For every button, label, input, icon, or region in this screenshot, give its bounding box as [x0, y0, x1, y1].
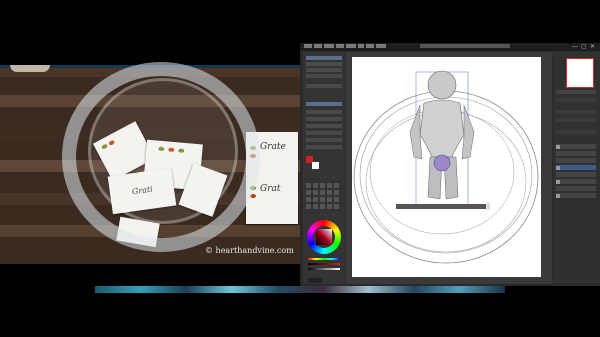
- property-row[interactable]: [306, 84, 342, 88]
- value-slider[interactable]: [308, 268, 340, 270]
- layer-property-row[interactable]: [556, 110, 596, 114]
- layer-item[interactable]: [556, 179, 596, 184]
- layer-toolbar[interactable]: [556, 130, 596, 134]
- jar-rim: [88, 78, 238, 224]
- menu-view[interactable]: [358, 44, 364, 48]
- property-row[interactable]: [306, 138, 342, 142]
- video-thumbnail-strip: [95, 286, 505, 293]
- color-saturation-square[interactable]: [316, 229, 332, 245]
- note-text-1: Grate: [260, 142, 286, 152]
- layer-blend-mode[interactable]: [556, 118, 596, 122]
- subtool-row[interactable]: [306, 62, 342, 66]
- menu-layer[interactable]: [336, 44, 344, 48]
- window-controls: — ▢ ✕: [570, 43, 600, 51]
- layer-item[interactable]: [556, 193, 596, 198]
- menu-animation[interactable]: [324, 44, 334, 48]
- photo-watermark: © hearthandvine.com: [205, 246, 294, 255]
- menu-edit[interactable]: [314, 44, 322, 48]
- canvas-control-bar[interactable]: [396, 204, 486, 209]
- maximize-icon[interactable]: ▢: [581, 43, 587, 50]
- layer-visibility-icon[interactable]: [556, 145, 560, 149]
- property-row[interactable]: [306, 117, 342, 121]
- drawing-canvas[interactable]: [352, 57, 541, 277]
- layer-item[interactable]: [556, 144, 596, 149]
- menu-window[interactable]: [376, 44, 386, 48]
- navigator-preview[interactable]: [566, 58, 594, 88]
- layer-item[interactable]: [556, 186, 596, 191]
- menu-select[interactable]: [346, 44, 356, 48]
- hue-slider[interactable]: [308, 258, 340, 260]
- subtool-row-selected[interactable]: [306, 56, 342, 60]
- subtool-row[interactable]: [306, 68, 342, 72]
- layer-item[interactable]: [556, 172, 596, 177]
- brush-size-palette: [306, 183, 342, 217]
- layer-item[interactable]: [556, 158, 596, 163]
- sketch-figure: [353, 70, 539, 264]
- note-text-2: Grat: [260, 184, 281, 194]
- property-row[interactable]: [306, 110, 342, 114]
- minimize-icon[interactable]: —: [572, 43, 578, 50]
- menu-filter[interactable]: [366, 44, 374, 48]
- layer-item[interactable]: [556, 151, 596, 156]
- property-row[interactable]: [306, 124, 342, 128]
- layer-visibility-icon[interactable]: [556, 180, 560, 184]
- close-icon[interactable]: ✕: [590, 43, 595, 50]
- document-title-bar: [420, 44, 510, 48]
- panel-tabs[interactable]: [556, 98, 596, 102]
- menu-file[interactable]: [304, 44, 312, 48]
- property-row[interactable]: [306, 131, 342, 135]
- property-row[interactable]: [306, 145, 342, 149]
- navigator-slider[interactable]: [556, 90, 596, 94]
- layer-visibility-icon[interactable]: [556, 194, 560, 198]
- canvas-control-button[interactable]: [486, 203, 490, 210]
- color-history[interactable]: [308, 278, 322, 283]
- saturation-slider[interactable]: [308, 263, 340, 265]
- jar-lid: [10, 65, 50, 72]
- subtool-row[interactable]: [306, 74, 342, 78]
- sub-color-swatch[interactable]: [312, 162, 319, 169]
- property-row-selected[interactable]: [306, 102, 342, 106]
- layer-visibility-icon[interactable]: [556, 166, 560, 170]
- layer-item-selected[interactable]: [556, 165, 596, 170]
